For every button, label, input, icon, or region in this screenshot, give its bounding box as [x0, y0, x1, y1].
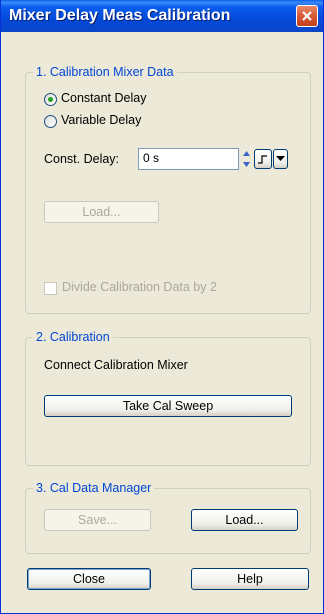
group-legend: 1. Calibration Mixer Data [33, 65, 177, 79]
spinner-icon[interactable] [240, 148, 253, 170]
calibration-mixer-data-group: 1. Calibration Mixer Data [25, 65, 311, 314]
title-bar[interactable]: Mixer Delay Meas Calibration [1, 0, 323, 32]
load-mixer-data-button[interactable]: Load... [44, 201, 159, 223]
const-delay-input[interactable]: 0 s [138, 148, 239, 170]
close-window-button[interactable] [296, 5, 318, 27]
group-legend: 2. Calibration [33, 330, 113, 344]
radio-variable-delay[interactable] [44, 115, 57, 128]
const-delay-label: Const. Delay: [44, 152, 120, 166]
load-cal-data-button[interactable]: Load... [191, 509, 298, 531]
radio-variable-label[interactable]: Variable Delay [61, 113, 141, 127]
save-cal-data-button[interactable]: Save... [44, 509, 151, 531]
divide-checkbox[interactable] [44, 282, 57, 295]
dropdown-arrow-icon [276, 156, 285, 161]
dropdown-button[interactable] [273, 149, 288, 169]
spinner-down-icon [243, 162, 250, 167]
radio-constant-delay[interactable] [44, 93, 57, 106]
take-cal-sweep-button[interactable]: Take Cal Sweep [44, 395, 292, 417]
dialog-window: Mixer Delay Meas Calibration 1. Calibrat… [0, 0, 324, 614]
step-icon [258, 155, 267, 164]
radio-constant-label[interactable]: Constant Delay [61, 91, 146, 105]
window-title: Mixer Delay Meas Calibration [9, 7, 231, 24]
step-button[interactable] [254, 149, 272, 169]
close-button[interactable]: Close [27, 568, 151, 590]
help-button[interactable]: Help [191, 568, 309, 590]
connect-instruction: Connect Calibration Mixer [44, 358, 188, 372]
spinner-up-icon [243, 151, 250, 156]
group-legend: 3. Cal Data Manager [33, 481, 155, 495]
close-icon [302, 11, 312, 21]
divide-checkbox-label[interactable]: Divide Calibration Data by 2 [62, 280, 217, 294]
